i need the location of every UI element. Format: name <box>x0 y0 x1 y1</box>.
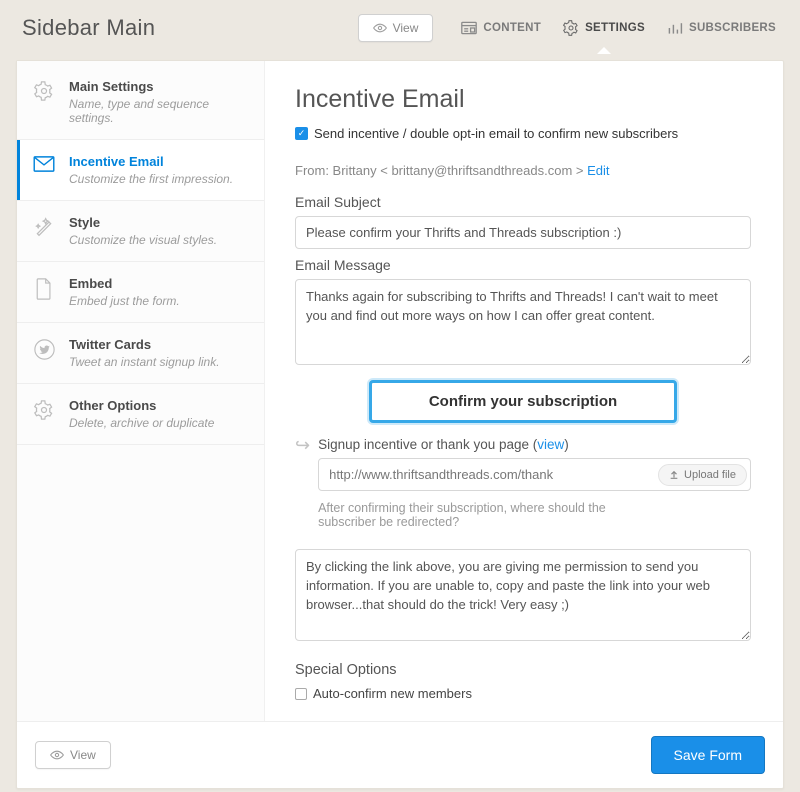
twitter-icon <box>33 339 55 369</box>
footer-message-textarea[interactable]: By clicking the link above, you are givi… <box>295 549 751 641</box>
document-icon <box>33 278 55 308</box>
checkbox-unchecked-icon <box>295 688 307 700</box>
content-area: Incentive Email ✓ Send incentive / doubl… <box>265 61 783 721</box>
sidebar-item-desc: Embed just the form. <box>69 294 180 308</box>
incentive-view-link[interactable]: view <box>537 437 564 452</box>
sidebar-item-desc: Name, type and sequence settings. <box>69 97 248 125</box>
sidebar: Main Settings Name, type and sequence se… <box>17 61 265 721</box>
send-incentive-label: Send incentive / double opt-in email to … <box>314 126 678 141</box>
nav-content-label: CONTENT <box>483 22 541 34</box>
gear-icon <box>563 20 579 36</box>
nav-settings[interactable]: SETTINGS <box>561 14 647 42</box>
sidebar-item-desc: Customize the first impression. <box>69 172 233 186</box>
from-line: From: Brittany < brittany@thriftsandthre… <box>295 163 751 178</box>
arrow-icon: ↪ <box>295 435 310 456</box>
sidebar-item-label: Twitter Cards <box>69 337 220 352</box>
content-icon <box>461 21 477 35</box>
sidebar-item-other-options[interactable]: Other Options Delete, archive or duplica… <box>17 384 264 445</box>
incentive-label-suffix: ) <box>564 437 569 452</box>
incentive-label: Signup incentive or thank you page (view… <box>318 437 751 452</box>
auto-confirm-label: Auto-confirm new members <box>313 686 472 701</box>
view-button-top[interactable]: View <box>358 14 434 42</box>
sidebar-item-label: Main Settings <box>69 79 248 94</box>
envelope-icon <box>33 156 55 186</box>
subject-label: Email Subject <box>295 194 751 210</box>
sidebar-item-desc: Delete, archive or duplicate <box>69 416 214 430</box>
incentive-url-row: Upload file <box>318 458 751 491</box>
eye-icon <box>50 750 64 760</box>
sidebar-item-desc: Tweet an instant signup link. <box>69 355 220 369</box>
top-right: View CONTENT SETTINGS SUBSCRIBERS <box>358 14 778 42</box>
upload-file-label: Upload file <box>684 469 736 481</box>
main-panel: Main Settings Name, type and sequence se… <box>16 60 784 789</box>
view-button-label: View <box>393 21 419 35</box>
sidebar-item-style[interactable]: Style Customize the visual styles. <box>17 201 264 262</box>
top-nav: CONTENT SETTINGS SUBSCRIBERS <box>459 14 778 42</box>
nav-subscribers-label: SUBSCRIBERS <box>689 22 776 34</box>
sidebar-item-label: Other Options <box>69 398 214 413</box>
eye-icon <box>373 23 387 33</box>
confirm-subscription-button[interactable]: Confirm your subscription <box>369 380 677 423</box>
nav-content[interactable]: CONTENT <box>459 14 543 42</box>
message-label: Email Message <box>295 257 751 273</box>
page-title: Incentive Email <box>295 85 751 114</box>
save-form-button[interactable]: Save Form <box>651 736 765 774</box>
upload-file-button[interactable]: Upload file <box>658 464 747 486</box>
nav-settings-label: SETTINGS <box>585 22 645 34</box>
sidebar-item-desc: Customize the visual styles. <box>69 233 217 247</box>
redirect-hint: After confirming their subscription, whe… <box>318 501 648 529</box>
page-header-title: Sidebar Main <box>22 15 155 41</box>
view-button-bottom[interactable]: View <box>35 741 111 769</box>
upload-icon <box>669 470 679 480</box>
from-text: From: Brittany < brittany@thriftsandthre… <box>295 163 587 178</box>
auto-confirm-checkbox-row[interactable]: Auto-confirm new members <box>295 686 751 701</box>
nav-subscribers[interactable]: SUBSCRIBERS <box>665 14 778 42</box>
incentive-label-prefix: Signup incentive or thank you page ( <box>318 437 537 452</box>
send-incentive-checkbox-row[interactable]: ✓ Send incentive / double opt-in email t… <box>295 126 751 141</box>
sidebar-item-main-settings[interactable]: Main Settings Name, type and sequence se… <box>17 61 264 140</box>
top-bar: Sidebar Main View CONTENT SETTINGS <box>0 0 800 60</box>
sidebar-item-incentive-email[interactable]: Incentive Email Customize the first impr… <box>17 140 264 201</box>
panel-footer: View Save Form <box>17 721 783 788</box>
sidebar-item-twitter-cards[interactable]: Twitter Cards Tweet an instant signup li… <box>17 323 264 384</box>
message-textarea[interactable]: Thanks again for subscribing to Thrifts … <box>295 279 751 365</box>
bars-icon <box>667 21 683 35</box>
gear-icon <box>33 81 55 125</box>
sidebar-item-label: Style <box>69 215 217 230</box>
sidebar-item-embed[interactable]: Embed Embed just the form. <box>17 262 264 323</box>
gear-icon <box>33 400 55 430</box>
sidebar-item-label: Embed <box>69 276 180 291</box>
special-options-heading: Special Options <box>295 662 751 678</box>
subject-input[interactable] <box>295 216 751 249</box>
edit-from-link[interactable]: Edit <box>587 163 609 178</box>
checkbox-checked-icon: ✓ <box>295 127 308 140</box>
wand-icon <box>33 217 55 247</box>
sidebar-item-label: Incentive Email <box>69 154 233 169</box>
view-button-label: View <box>70 748 96 762</box>
